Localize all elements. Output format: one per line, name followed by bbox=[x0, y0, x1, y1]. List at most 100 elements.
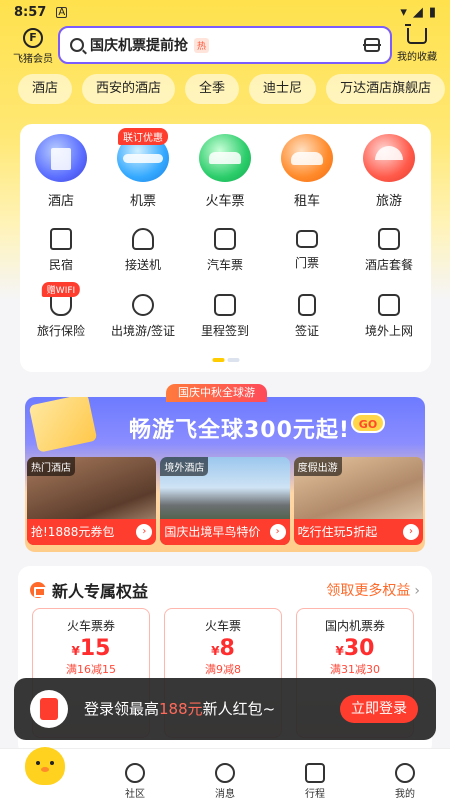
checkin-icon bbox=[214, 294, 236, 316]
grid-label: 旅行保险 bbox=[36, 324, 85, 338]
chevron-right-icon: › bbox=[136, 524, 153, 540]
chevron-right-icon: › bbox=[414, 583, 420, 599]
tile-caption: 吃行住玩5折起 › bbox=[293, 519, 423, 545]
newcomer-header: 新人专属权益 领取更多权益 › bbox=[30, 578, 420, 602]
grid-label: 境外上网 bbox=[364, 324, 413, 338]
promo-banner[interactable]: 国庆中秋全球游 畅游飞全球300元起! GO 热门酒店 抢!1888元券包 › 境… bbox=[20, 384, 431, 552]
service-label: 机票 bbox=[129, 194, 156, 209]
tab-label: 行程 bbox=[305, 789, 325, 800]
tab-community[interactable]: 社区 bbox=[90, 749, 180, 800]
hotel-package-icon bbox=[378, 228, 400, 250]
bus-icon bbox=[214, 228, 236, 250]
grid-item-visa[interactable]: 签证 bbox=[266, 290, 348, 356]
ticket-icon bbox=[296, 230, 318, 248]
chip-item[interactable]: 全季 bbox=[185, 74, 240, 104]
tab-label: 社区 bbox=[125, 789, 145, 800]
banner-title: 畅游飞全球300元起! bbox=[129, 418, 350, 443]
service-train[interactable]: 火车票 bbox=[184, 134, 266, 214]
grid-label: 签证 bbox=[294, 324, 319, 338]
banner-tile-overseas[interactable]: 境外酒店 国庆出境早鸟特价 › bbox=[160, 457, 290, 545]
tile-tag: 度假出游 bbox=[293, 457, 342, 476]
grid-item-insurance[interactable]: 赠WIFI 旅行保险 bbox=[20, 282, 102, 356]
grid-item-wifi[interactable]: 境外上网 bbox=[348, 290, 430, 356]
hot-badge: 热 bbox=[194, 37, 210, 53]
train-icon bbox=[199, 134, 251, 182]
grid-label: 里程签到 bbox=[200, 324, 249, 338]
tab-messages[interactable]: 消息 bbox=[180, 749, 270, 800]
grid-item-outbound[interactable]: 出境游/签证 bbox=[102, 290, 184, 356]
banner-main: 畅游飞全球300元起! GO 热门酒店 抢!1888元券包 › 境外酒店 国庆出境… bbox=[25, 397, 425, 552]
search-bar[interactable]: 国庆机票提前抢 热 bbox=[58, 26, 392, 64]
house-icon bbox=[50, 228, 72, 250]
scan-icon[interactable] bbox=[363, 38, 381, 52]
toast-message: 登录领最高188元新人红包~ bbox=[84, 700, 276, 718]
service-flight[interactable]: 联订优惠 机票 bbox=[102, 128, 184, 214]
chip-item[interactable]: 迪士尼 bbox=[249, 74, 317, 104]
chevron-right-icon: › bbox=[269, 524, 286, 540]
services-card: 酒店 联订优惠 机票 火车票 租车 旅游 民宿 接送机 汽车票 门票 酒店套餐 … bbox=[20, 124, 431, 372]
coupon-name: 火车票 bbox=[204, 619, 241, 633]
login-button[interactable]: 立即登录 bbox=[340, 695, 418, 723]
coupon-amount: ¥15 bbox=[71, 636, 111, 661]
wifi-icon bbox=[378, 294, 400, 316]
member-button[interactable]: F 飞猪会员 bbox=[10, 28, 56, 65]
grid-item-shuttle[interactable]: 接送机 bbox=[102, 224, 184, 290]
tile-caption: 国庆出境早鸟特价 › bbox=[160, 519, 290, 545]
grid-item-bus[interactable]: 汽车票 bbox=[184, 224, 266, 290]
status-bar: 8:57 A ▾ ◢ ▮ bbox=[0, 0, 450, 24]
grid-item-checkin[interactable]: 里程签到 bbox=[184, 290, 266, 356]
chip-item[interactable]: 万达酒店旗舰店 bbox=[326, 74, 446, 104]
beach-icon bbox=[363, 134, 415, 182]
banner-tiles: 热门酒店 抢!1888元券包 › 境外酒店 国庆出境早鸟特价 › 度假出游 吃行住玩… bbox=[25, 457, 425, 545]
notification-icon: A bbox=[56, 6, 68, 18]
get-more-link[interactable]: 领取更多权益 › bbox=[326, 580, 420, 600]
wifi-signal-icon: ▾ bbox=[400, 4, 407, 20]
coupon-rule: 满9减8 bbox=[205, 663, 241, 676]
gift-icon bbox=[30, 582, 46, 598]
planet-icon bbox=[125, 763, 145, 783]
search-input[interactable]: 国庆机票提前抢 bbox=[90, 35, 188, 55]
coupon-rule: 满31减30 bbox=[330, 663, 380, 676]
bottom-tab-bar: 社区 消息 行程 我的 bbox=[0, 747, 450, 800]
favorites-button[interactable]: 我的收藏 bbox=[392, 24, 442, 63]
coupon-amount: ¥30 bbox=[335, 636, 375, 661]
service-grid: 民宿 接送机 汽车票 门票 酒店套餐 赠WIFI 旅行保险 出境游/签证 里程签… bbox=[20, 224, 431, 356]
tile-tag: 热门酒店 bbox=[27, 457, 75, 476]
chip-item[interactable]: 酒店 bbox=[18, 74, 73, 104]
quick-chips: 酒店 西安的酒店 全季 迪士尼 万达酒店旗舰店 bbox=[18, 74, 450, 106]
newcomer-title: 新人专属权益 bbox=[52, 582, 149, 601]
tab-profile[interactable]: 我的 bbox=[360, 749, 450, 800]
member-label: 飞猪会员 bbox=[13, 54, 53, 65]
banner-tile-vacation[interactable]: 度假出游 吃行住玩5折起 › bbox=[293, 457, 423, 545]
insurance-icon bbox=[50, 294, 72, 316]
tab-label: 我的 bbox=[395, 789, 415, 800]
coupon-rule: 满16减15 bbox=[66, 663, 116, 676]
page-indicator bbox=[212, 358, 239, 362]
grid-item-ticket[interactable]: 门票 bbox=[266, 224, 348, 290]
favorites-label: 我的收藏 bbox=[397, 52, 437, 63]
globe-icon bbox=[132, 294, 154, 316]
grid-label: 门票 bbox=[294, 256, 319, 270]
tab-home[interactable] bbox=[0, 747, 90, 800]
hotel-icon bbox=[35, 134, 87, 182]
red-packet-icon bbox=[30, 690, 68, 728]
tab-trips[interactable]: 行程 bbox=[270, 749, 360, 800]
status-time: 8:57 bbox=[14, 4, 47, 20]
tab-label: 消息 bbox=[215, 789, 235, 800]
banner-tile-hotel[interactable]: 热门酒店 抢!1888元券包 › bbox=[27, 457, 157, 545]
service-travel[interactable]: 旅游 bbox=[348, 134, 430, 214]
promo-badge: 联订优惠 bbox=[118, 128, 168, 145]
chip-item[interactable]: 西安的酒店 bbox=[82, 74, 176, 104]
grid-item-homestay[interactable]: 民宿 bbox=[20, 224, 102, 290]
service-label: 旅游 bbox=[375, 194, 402, 209]
service-label: 租车 bbox=[293, 194, 320, 209]
search-icon bbox=[70, 38, 84, 52]
message-icon bbox=[215, 763, 235, 783]
chevron-right-icon: › bbox=[402, 524, 419, 540]
login-toast: 登录领最高188元新人红包~ 立即登录 bbox=[14, 678, 436, 740]
banner-tag: 国庆中秋全球游 bbox=[166, 384, 267, 402]
service-car[interactable]: 租车 bbox=[266, 134, 348, 214]
grid-item-hotel-package[interactable]: 酒店套餐 bbox=[348, 224, 430, 290]
go-button[interactable]: GO bbox=[351, 413, 385, 433]
service-hotel[interactable]: 酒店 bbox=[20, 134, 102, 214]
